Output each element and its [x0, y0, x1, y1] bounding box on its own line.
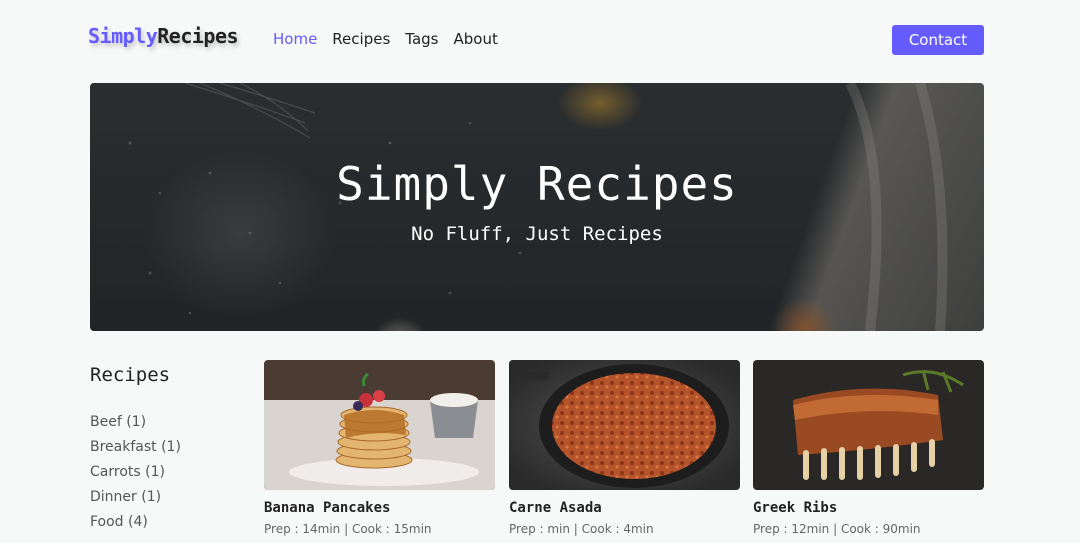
tag-link[interactable]: Dinner (1) [90, 487, 181, 512]
contact-button[interactable]: Contact [892, 25, 984, 55]
nav-link-about[interactable]: About [453, 30, 497, 48]
recipe-meta: Prep : min | Cook : 4min [509, 522, 654, 536]
hero-subtitle: No Fluff, Just Recipes [411, 223, 663, 245]
nav-link-home[interactable]: Home [273, 30, 317, 48]
brand-logo[interactable]: SimplyRecipes [88, 24, 239, 48]
recipe-card[interactable]: Banana Pancakes Prep : 14min | Cook : 15… [264, 360, 495, 536]
ribs-illustration [753, 360, 984, 490]
recipe-meta: Prep : 14min | Cook : 15min [264, 522, 432, 536]
hero-title: Simply Recipes [336, 157, 738, 211]
recipe-image-greek-ribs[interactable] [753, 360, 984, 490]
recipe-image-pancakes[interactable] [264, 360, 495, 490]
brand-part-1: Simply [88, 24, 158, 48]
nav-links: Home Recipes Tags About [273, 30, 498, 48]
recipe-meta: Prep : 12min | Cook : 90min [753, 522, 921, 536]
brand-part-2: Recipes [157, 24, 239, 48]
tag-link[interactable]: Food (4) [90, 512, 181, 537]
carne-asada-illustration [509, 360, 740, 490]
tag-list: Beef (1) Breakfast (1) Carrots (1) Dinne… [90, 412, 181, 537]
recipe-name[interactable]: Greek Ribs [753, 500, 984, 516]
sidebar-title: Recipes [90, 364, 171, 386]
tag-link[interactable]: Beef (1) [90, 412, 181, 437]
nav-link-tags[interactable]: Tags [405, 30, 438, 48]
tag-link[interactable]: Carrots (1) [90, 462, 181, 487]
recipe-name[interactable]: Carne Asada [509, 500, 740, 516]
navbar: SimplyRecipes Home Recipes Tags About Co… [0, 0, 1080, 80]
pancakes-illustration [264, 360, 495, 490]
recipe-image-carne-asada[interactable] [509, 360, 740, 490]
recipe-card[interactable]: Carne Asada Prep : min | Cook : 4min [509, 360, 740, 536]
hero-banner: Simply Recipes No Fluff, Just Recipes [90, 83, 984, 331]
recipe-card[interactable]: Greek Ribs Prep : 12min | Cook : 90min [753, 360, 984, 536]
nav-link-recipes[interactable]: Recipes [332, 30, 390, 48]
recipe-name[interactable]: Banana Pancakes [264, 500, 495, 516]
tag-link[interactable]: Breakfast (1) [90, 437, 181, 462]
